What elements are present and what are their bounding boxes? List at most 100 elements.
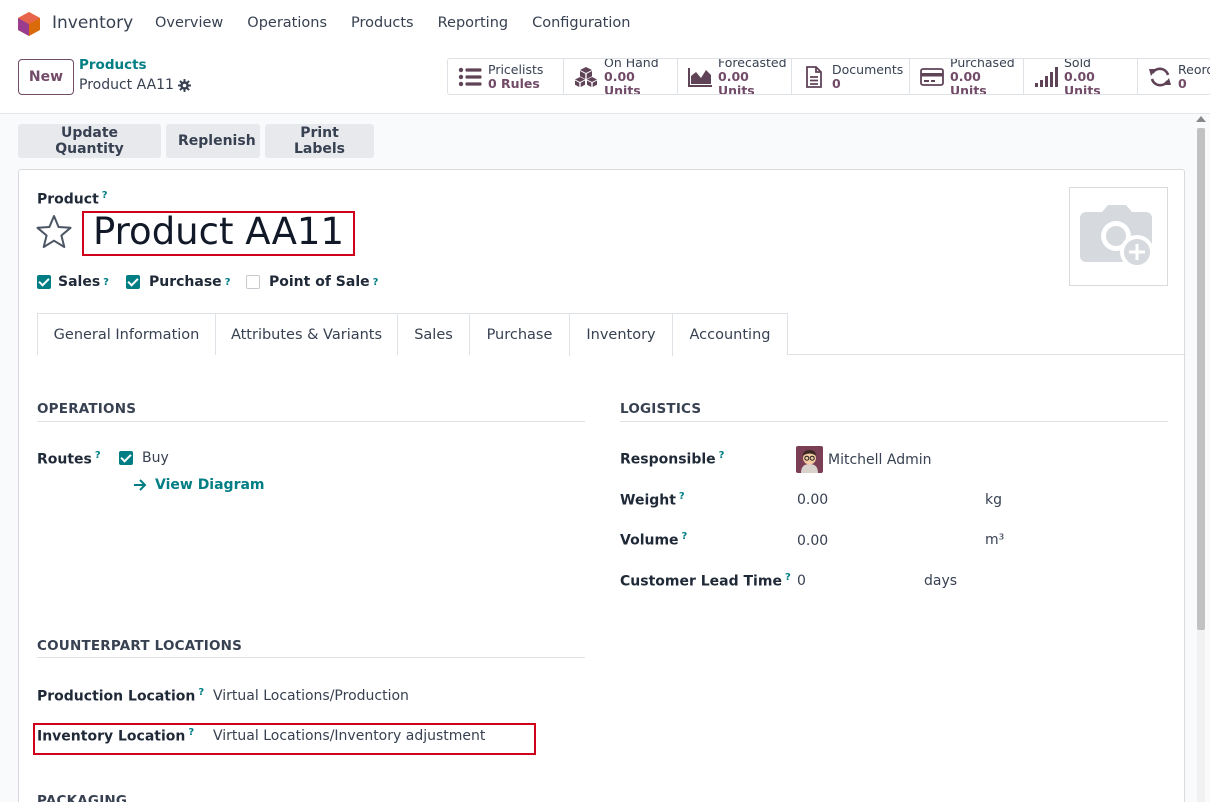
weight-label: Weight [620, 492, 676, 509]
star-icon[interactable] [36, 214, 72, 250]
highlight-inventory-location [33, 723, 536, 755]
sales-checkbox-group: Sales? [37, 274, 109, 290]
smart-button-forecasted[interactable]: Forecasted 0.00 Units [678, 59, 792, 94]
print-labels-button[interactable]: Print Labels [265, 124, 374, 158]
smart-value: 0.00 Units [950, 68, 987, 95]
smart-button-documents[interactable]: Documents 0 [792, 59, 910, 94]
menu-reporting[interactable]: Reporting [438, 15, 509, 31]
highlight-product-name [82, 211, 355, 256]
menu-configuration[interactable]: Configuration [532, 15, 630, 31]
production-location-field-label: Production Location? [37, 687, 204, 705]
app-logo-icon[interactable] [18, 12, 40, 36]
weight-field-label: Weight? [620, 491, 685, 509]
lead-time-field-label: Customer Lead Time? [620, 572, 791, 590]
tab-sales[interactable]: Sales [397, 313, 470, 355]
responsible-value: Mitchell Admin [828, 451, 932, 468]
volume-field-label: Volume? [620, 531, 687, 549]
control-panel: New Products Product AA11 Pricelists 0 R… [0, 48, 1210, 114]
smart-button-purchased[interactable]: Purchased 0.00 Units [910, 59, 1024, 94]
responsible-field-label: Responsible? [620, 450, 724, 468]
routes-label: Routes [37, 451, 92, 468]
product-image-upload[interactable] [1069, 187, 1168, 286]
breadcrumb-current: Product AA11 [79, 77, 191, 93]
pos-checkbox-group: Point of Sale? [246, 274, 378, 290]
lead-time-input[interactable]: 0 [797, 573, 806, 589]
smart-label: Documents [832, 61, 904, 77]
smart-label: Pricelists [488, 61, 544, 77]
update-quantity-button[interactable]: Update Quantity [18, 124, 161, 158]
help-icon[interactable]: ? [102, 190, 108, 201]
purchase-label: Purchase [149, 274, 222, 290]
view-diagram-label: View Diagram [155, 477, 265, 493]
notebook-tabs: General Information Attributes & Variant… [37, 313, 1186, 356]
camera-add-icon [1080, 205, 1154, 269]
product-field-label: Product? [37, 190, 108, 208]
smart-value: 0.00 Units [1064, 68, 1101, 95]
help-icon[interactable]: ? [95, 450, 101, 461]
routes-field-label: Routes? [37, 450, 101, 468]
tab-accounting[interactable]: Accounting [672, 313, 788, 355]
volume-input[interactable]: 0.00 [797, 533, 828, 549]
logistics-section-title: LOGISTICS [620, 401, 702, 417]
help-icon[interactable]: ? [225, 277, 231, 288]
list-icon [458, 67, 482, 86]
smart-button-on-hand[interactable]: On Hand 0.00 Units [564, 59, 678, 94]
help-icon[interactable]: ? [103, 277, 109, 288]
help-icon[interactable]: ? [198, 687, 204, 698]
scroll-up-arrow-icon[interactable] [1196, 116, 1206, 122]
responsible-field[interactable]: Mitchell Admin [796, 446, 932, 473]
help-icon[interactable]: ? [719, 450, 725, 461]
route-buy-group: Buy [119, 450, 169, 466]
scroll-thumb[interactable] [1197, 128, 1205, 630]
smart-label: Reord [1178, 61, 1210, 77]
section-divider [37, 657, 585, 658]
smart-value: 0.00 Units [604, 68, 641, 95]
help-icon[interactable]: ? [679, 491, 685, 502]
help-icon[interactable]: ? [785, 572, 791, 583]
counterpart-section-title: COUNTERPART LOCATIONS [37, 638, 243, 654]
refresh-icon [1149, 67, 1171, 86]
menu-overview[interactable]: Overview [155, 15, 223, 31]
purchase-checkbox-group: Purchase? [126, 274, 231, 290]
production-location-label: Production Location [37, 688, 196, 705]
gear-icon[interactable] [177, 78, 191, 92]
menu-products[interactable]: Products [351, 15, 414, 31]
purchase-checkbox[interactable] [126, 275, 140, 289]
credit-card-icon [920, 67, 944, 86]
route-buy-checkbox[interactable] [119, 451, 133, 465]
smart-value: 0 [832, 75, 841, 91]
view-diagram-link[interactable]: View Diagram [133, 477, 265, 493]
menu-operations[interactable]: Operations [247, 15, 327, 31]
page-scrollbar[interactable] [1195, 116, 1207, 802]
volume-unit: m³ [985, 532, 1005, 548]
help-icon[interactable]: ? [682, 531, 688, 542]
tab-inventory[interactable]: Inventory [569, 313, 673, 356]
smart-value: 0 Rules [488, 75, 540, 91]
responsible-label: Responsible [620, 451, 716, 468]
tab-attributes-variants[interactable]: Attributes & Variants [215, 313, 398, 355]
form-sheet: Product? Product AA11 Sales? Purchase? P… [18, 169, 1186, 802]
app-name[interactable]: Inventory [52, 13, 133, 33]
lead-time-unit: days [924, 573, 958, 589]
smart-button-sold[interactable]: Sold 0.00 Units [1024, 59, 1138, 94]
weight-input[interactable]: 0.00 [797, 492, 828, 508]
smart-button-reordering[interactable]: Reord0 [1138, 59, 1210, 94]
replenish-button[interactable]: Replenish [166, 124, 260, 158]
help-icon[interactable]: ? [373, 277, 379, 288]
packaging-section-title: PACKAGING [37, 793, 128, 802]
point-of-sale-checkbox[interactable] [246, 275, 260, 289]
document-icon [806, 65, 822, 88]
operations-section-title: OPERATIONS [37, 401, 137, 417]
form-action-buttons: Update Quantity Replenish Print Labels [18, 124, 374, 158]
breadcrumb-products-link[interactable]: Products [79, 57, 147, 73]
lead-time-label: Customer Lead Time [620, 573, 782, 590]
smart-button-pricelists[interactable]: Pricelists 0 Rules [448, 59, 564, 94]
sales-checkbox[interactable] [37, 275, 51, 289]
smart-value: 0.00 Units [718, 68, 755, 95]
new-button[interactable]: New [18, 59, 74, 95]
tab-purchase[interactable]: Purchase [469, 313, 570, 355]
production-location-input[interactable]: Virtual Locations/Production [213, 688, 409, 704]
tab-general-information[interactable]: General Information [37, 313, 216, 355]
avatar [796, 446, 823, 473]
cubes-icon [575, 66, 597, 87]
